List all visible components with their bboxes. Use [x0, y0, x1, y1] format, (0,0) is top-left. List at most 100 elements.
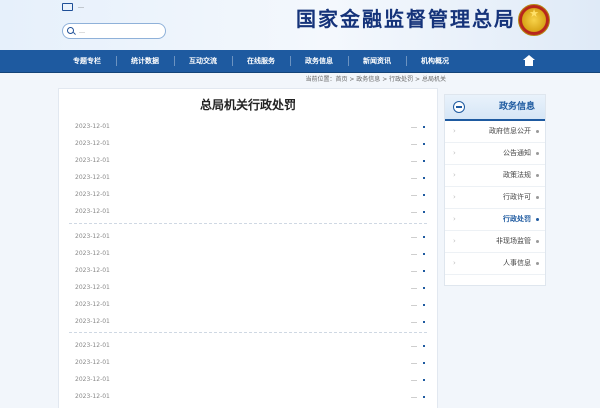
bullet-icon [536, 240, 539, 243]
bullet-icon [423, 194, 425, 196]
bullet-icon [423, 345, 425, 347]
list-item[interactable]: … 2023-12-01 [69, 374, 429, 386]
search-input[interactable] [79, 25, 159, 37]
main-nav: 专题专栏 统计数据 互动交流 在线服务 政务信息 新闻资讯 机构概况 [0, 50, 600, 73]
chevron-icon: › [453, 259, 456, 267]
item-date: 2023-12-01 [75, 284, 110, 291]
list-item[interactable]: … 2023-12-01 [69, 265, 429, 277]
nav-item-3[interactable]: 互动交流 [176, 50, 230, 72]
mail-icon[interactable] [62, 3, 73, 11]
chevron-icon: › [453, 171, 456, 179]
search-box[interactable] [62, 23, 166, 39]
nav-divider [174, 56, 175, 66]
home-icon[interactable] [521, 50, 537, 72]
item-title[interactable]: … [219, 138, 417, 150]
bullet-icon [536, 196, 539, 199]
sidebar-item-label: 公告通知 [503, 149, 531, 157]
item-title[interactable]: … [219, 206, 417, 218]
breadcrumb: 当前位置：首页 > 政务信息 > 行政处罚 > 总局机关 [305, 76, 446, 83]
sidebar-item-label: 人事信息 [503, 259, 531, 267]
list-item[interactable]: … 2023-12-01 [69, 189, 429, 201]
sidebar-item-offsite[interactable]: › 非现场监管 [445, 231, 545, 253]
chevron-icon: › [453, 127, 456, 135]
nav-divider [232, 56, 233, 66]
nav-item-6[interactable]: 新闻资讯 [350, 50, 404, 72]
item-title[interactable]: … [219, 391, 417, 403]
item-title[interactable]: … [219, 374, 417, 386]
bullet-icon [423, 321, 425, 323]
list-item[interactable]: … 2023-12-01 [69, 206, 429, 218]
list-item[interactable]: … 2023-12-01 [69, 138, 429, 150]
item-date: 2023-12-01 [75, 359, 110, 366]
bullet-icon [423, 143, 425, 145]
site-header: … 国家金融监督管理总局 ★ [0, 0, 600, 50]
list-item[interactable]: … 2023-12-01 [69, 231, 429, 243]
item-date: 2023-12-01 [75, 123, 110, 130]
sidebar-item-label: 政策法规 [503, 171, 531, 179]
item-title[interactable]: … [219, 231, 417, 243]
list-item[interactable]: … 2023-12-01 [69, 172, 429, 184]
item-date: 2023-12-01 [75, 208, 110, 215]
group-divider [69, 223, 427, 224]
bullet-icon [423, 304, 425, 306]
list-item[interactable]: … 2023-12-01 [69, 316, 429, 328]
item-date: 2023-12-01 [75, 393, 110, 400]
collapse-icon[interactable] [453, 101, 465, 113]
item-title[interactable]: … [219, 340, 417, 352]
list-item[interactable]: … 2023-12-01 [69, 299, 429, 311]
list-item[interactable]: … 2023-12-01 [69, 340, 429, 352]
list-item[interactable]: … 2023-12-01 [69, 155, 429, 167]
nav-divider [290, 56, 291, 66]
item-title[interactable]: … [219, 299, 417, 311]
nav-divider [406, 56, 407, 66]
sidebar-item-regulations[interactable]: › 政策法规 [445, 165, 545, 187]
list-item[interactable]: … 2023-12-01 [69, 282, 429, 294]
sidebar-item-notices[interactable]: › 公告通知 [445, 143, 545, 165]
item-date: 2023-12-01 [75, 376, 110, 383]
nav-item-2[interactable]: 统计数据 [118, 50, 172, 72]
search-icon[interactable] [67, 27, 74, 34]
item-title[interactable]: … [219, 357, 417, 369]
nav-item-7[interactable]: 机构概况 [408, 50, 462, 72]
item-date: 2023-12-01 [75, 233, 110, 240]
sidebar-item-label: 非现场监管 [496, 237, 531, 245]
item-title[interactable]: … [219, 155, 417, 167]
sidebar-item-gov-info[interactable]: › 政府信息公开 [445, 121, 545, 143]
item-title[interactable]: … [219, 121, 417, 133]
item-title[interactable]: … [219, 265, 417, 277]
sidebar-item-label: 行政许可 [503, 193, 531, 201]
bullet-icon [423, 236, 425, 238]
sidebar-header: 政务信息 [445, 95, 545, 121]
site-title[interactable]: 国家金融监督管理总局 [266, 6, 516, 32]
chevron-icon: › [453, 193, 456, 201]
sidebar-item-personnel[interactable]: › 人事信息 [445, 253, 545, 275]
nav-item-5[interactable]: 政务信息 [292, 50, 346, 72]
bullet-icon [536, 130, 539, 133]
top-links[interactable]: … [78, 3, 84, 11]
item-date: 2023-12-01 [75, 342, 110, 349]
nav-item-4[interactable]: 在线服务 [234, 50, 288, 72]
item-title[interactable]: … [219, 189, 417, 201]
bullet-icon [423, 160, 425, 162]
bullet-icon [423, 362, 425, 364]
list-item[interactable]: … 2023-12-01 [69, 121, 429, 133]
item-date: 2023-12-01 [75, 267, 110, 274]
content-panel: 总局机关行政处罚 … 2023-12-01 … 2023-12-01 … 2023-1… [58, 88, 438, 408]
item-title[interactable]: … [219, 172, 417, 184]
group-divider [69, 332, 427, 333]
list-item[interactable]: … 2023-12-01 [69, 357, 429, 369]
sidebar-item-label: 行政处罚 [503, 215, 531, 223]
bullet-icon [423, 270, 425, 272]
item-title[interactable]: … [219, 248, 417, 260]
item-title[interactable]: … [219, 316, 417, 328]
bullet-icon [423, 379, 425, 381]
item-title[interactable]: … [219, 282, 417, 294]
list-item[interactable]: … 2023-12-01 [69, 391, 429, 403]
list-item[interactable]: … 2023-12-01 [69, 248, 429, 260]
item-date: 2023-12-01 [75, 140, 110, 147]
bullet-icon [536, 262, 539, 265]
sidebar-item-licensing[interactable]: › 行政许可 [445, 187, 545, 209]
sidebar-item-penalties[interactable]: › 行政处罚 [445, 209, 545, 231]
nav-item-1[interactable]: 专题专栏 [60, 50, 114, 72]
sidebar: 政务信息 › 政府信息公开 › 公告通知 › 政策法规 › 行政许可 › 行政处罚 › 非现… [444, 94, 546, 286]
